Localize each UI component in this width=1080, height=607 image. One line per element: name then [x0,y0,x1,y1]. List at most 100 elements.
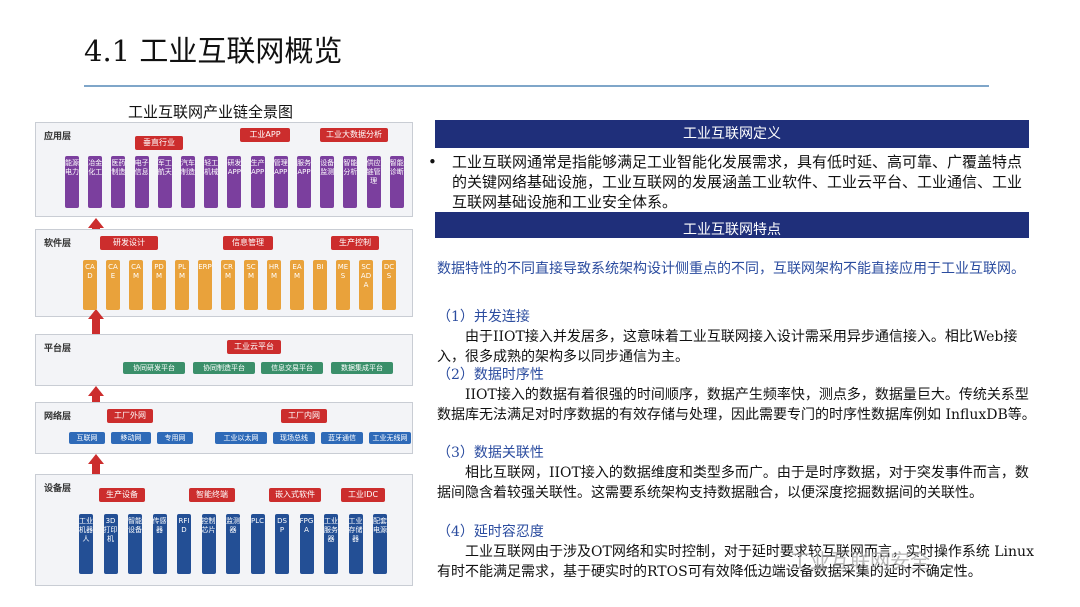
up-arrow-icon [88,309,104,319]
diagram-box: PLM [175,260,189,310]
diagram-box: DCS [382,260,396,310]
diagram-box: 控制芯片 [201,514,216,574]
layer-network: 网络层 [35,402,413,454]
diagram-box: PLC [250,514,265,574]
definition-text: 工业互联网通常是指能够满足工业智能化发展需求，具有低时延、高可靠、广覆盖特点的关… [452,153,1023,211]
feature-item: （2）数据时序性 IIOT接入的数据有着很强的时间顺序，数据产生频率快，测点多，… [437,365,1037,425]
device-header-embedded: 嵌入式软件 [269,488,321,502]
layer-label: 平台层 [44,344,72,354]
features-band: 工业互联网特点 [435,212,1029,238]
app-header-vertical: 垂直行业 [135,136,183,150]
diagram-box: 轻工机械 [204,156,219,208]
app-header-bigdata: 工业大数据分析 [320,128,388,142]
layer-label: 网络层 [44,412,72,422]
diagram-box: 军工航天 [157,156,172,208]
diagram-title: 工业互联网产业链全景图 [128,103,294,121]
watermark: 工业互联网安全 [790,549,930,573]
diagram-box: 智能分析 [343,156,358,208]
layer-platform: 平台层 [35,334,413,386]
diagram-box: 工业存储器 [348,514,363,574]
page-title: 4.1 工业互联网概览 [84,34,343,68]
diagram-box: ERP [198,260,212,310]
industry-chain-diagram: 应用层 软件层 平台层 网络层 设备层 垂直行业 工业APP 工业大数据分析 能… [35,122,415,600]
feature-item: （1）并发连接 由于IIOT接入并发居多，这意味着工业互联网接入设计需采用异步通… [437,307,1037,367]
up-arrow-icon [88,218,104,228]
diagram-box: 设备监测 [320,156,335,208]
diagram-box: 协同制造平台 [193,362,255,374]
diagram-box: 能源电力 [65,156,79,208]
diagram-box: MES [336,260,350,310]
diagram-box: SCADA [359,260,373,310]
diagram-box: CAE [106,260,120,310]
bullet-dot: • [428,153,437,171]
feature-body: 工业互联网由于涉及OT网络和实时控制，对于延时要求较互联网而言，实时操作系统 L… [437,544,1034,580]
device-header-idc: 工业IDC [341,488,385,502]
diagram-box: EAM [290,260,304,310]
software-header-control: 生产控制 [331,236,379,250]
title-rule [84,85,989,87]
feature-body: IIOT接入的数据有着很强的时间顺序，数据产生频率快，测点多，数据量巨大。传统关… [437,387,1036,423]
feature-heading: （1）并发连接 [437,309,530,325]
diagram-box: 协同研发平台 [123,362,185,374]
diagram-box: 蓝牙通信 [321,432,363,444]
diagram-box: 智能诊断 [389,156,404,208]
device-header-production: 生产设备 [99,488,145,502]
diagram-box: HRM [267,260,281,310]
diagram-box: CRM [221,260,235,310]
app-header-app: 工业APP [240,128,290,142]
diagram-box: CAD [83,260,97,310]
diagram-box: FPGA [299,514,314,574]
arrow-shaft [92,463,100,474]
software-header-info: 信息管理 [223,236,273,250]
diagram-box: 生产APP [250,156,265,208]
network-header-internal: 工厂内网 [281,409,327,423]
arrow-shaft [92,228,100,229]
feature-item: （3）数据关联性 相比互联网，IIOT接入的数据维度和类型多而广。由于是时序数据… [437,443,1037,503]
features-lead: 数据特性的不同直接导致系统架构设计侧重点的不同，互联网架构不能直接应用于工业互联… [437,261,1025,277]
diagram-box: 互联网 [69,432,105,444]
diagram-box: DSP [275,514,289,574]
diagram-box: 汽车制造 [181,156,195,208]
diagram-box: 医药制造 [111,156,126,208]
diagram-box: 冶金化工 [88,156,103,208]
diagram-box: 工业无线网 [369,432,411,444]
definition-band: 工业互联网定义 [435,120,1029,148]
diagram-box: 智能设备 [128,514,142,574]
diagram-box: RFID [177,514,191,574]
diagram-box: 工业以太网 [215,432,267,444]
diagram-box: 移动网 [111,432,151,444]
feature-item: （4）延时容忍度 工业互联网由于涉及OT网络和实时控制，对于延时要求较互联网而言… [437,522,1037,582]
diagram-box: BI [313,260,327,310]
feature-body: 相比互联网，IIOT接入的数据维度和类型多而广。由于是时序数据，对于突发事件而言… [437,465,1029,501]
diagram-box: 数据集成平台 [331,362,393,374]
diagram-box: SCM [244,260,258,310]
diagram-box: 服务APP [297,156,311,208]
diagram-box: 工业机器人 [79,514,93,574]
feature-body: 由于IIOT接入并发居多，这意味着工业互联网接入设计需采用异步通信接入。相比We… [437,329,1018,365]
diagram-box: PDM [152,260,166,310]
network-header-external: 工厂外网 [107,409,153,423]
feature-heading: （2）数据时序性 [437,367,544,383]
feature-heading: （4）延时容忍度 [437,524,544,540]
diagram-box: 管理APP [273,156,288,208]
layer-label: 应用层 [44,132,72,142]
diagram-box: 3D打印机 [103,514,118,574]
diagram-box: 研发APP [227,156,242,208]
diagram-box: 工业服务器 [324,514,338,574]
layer-label: 设备层 [44,484,72,494]
diagram-box: 现场总线 [273,432,315,444]
definition-bullet: • 工业互联网通常是指能够满足工业智能化发展需求，具有低时延、高可靠、广覆盖特点… [428,152,1033,212]
diagram-box: 传感器 [152,514,167,574]
diagram-box: 电子信息 [134,156,149,208]
diagram-box: 专用网 [157,432,193,444]
diagram-box: 供应链管理 [366,156,381,208]
diagram-box: 监测器 [226,514,240,574]
diagram-box: 配套电源 [373,514,387,574]
arrow-shaft [92,319,100,334]
feature-heading: （3）数据关联性 [437,445,544,461]
layer-label: 软件层 [44,239,72,249]
software-header-rd: 研发设计 [100,236,158,250]
device-header-terminal: 智能终端 [189,488,235,502]
diagram-box: 信息交易平台 [261,362,323,374]
diagram-box: CAM [129,260,143,310]
